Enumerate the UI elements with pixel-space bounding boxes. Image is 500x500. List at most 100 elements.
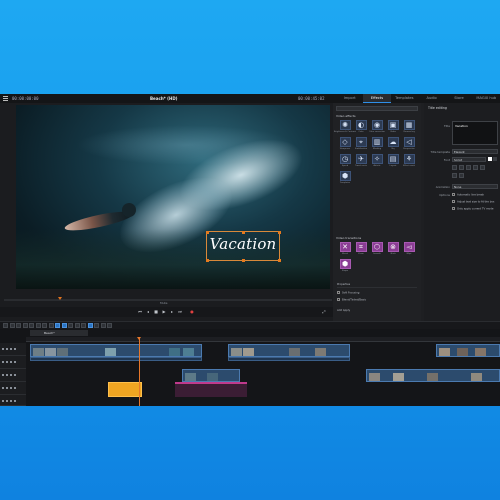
skip-forward-icon[interactable]: ⏭ — [178, 310, 182, 314]
effect-tile[interactable]: ⬢ Templates — [338, 171, 352, 187]
align-center-icon[interactable] — [473, 165, 478, 170]
resize-handle-top[interactable] — [242, 230, 245, 234]
insert-icon[interactable] — [94, 323, 99, 328]
hamburger-menu-icon[interactable] — [3, 96, 8, 101]
section-title-effects[interactable]: Video transitions — [336, 236, 361, 240]
option-line-break[interactable]: Automatic line break — [452, 193, 484, 197]
prev-frame-icon[interactable]: ◂ — [146, 310, 150, 314]
effect-tile[interactable]: ◷ Speed — [338, 154, 352, 170]
effects-search-input[interactable] — [336, 106, 418, 111]
track-header-1[interactable] — [0, 343, 26, 356]
zoom-out-icon[interactable] — [81, 323, 86, 328]
outline-color-swatch[interactable] — [493, 157, 497, 161]
magnet-icon[interactable] — [42, 323, 47, 328]
video-clip[interactable] — [228, 344, 350, 357]
align-left-icon[interactable] — [466, 165, 471, 170]
effect-tile[interactable]: ✺ Brightness & Contrast — [334, 120, 356, 136]
range-icon[interactable] — [55, 323, 60, 328]
list-item[interactable]: Blend/Tinted/Basic — [337, 298, 417, 303]
checkbox[interactable] — [452, 207, 455, 210]
transition-clip[interactable] — [175, 382, 247, 397]
track-header-3[interactable] — [0, 369, 26, 382]
effect-tile[interactable]: ⌖ Stabilization — [354, 137, 368, 153]
scrubber-marker[interactable] — [58, 297, 62, 300]
effect-tile[interactable]: ☁ Sky — [386, 137, 400, 153]
audio-waveform[interactable] — [30, 357, 202, 361]
timeline-tab[interactable]: Beach* — [30, 330, 88, 336]
effect-tile[interactable]: ▥ Masking — [370, 137, 384, 153]
video-clip[interactable] — [30, 344, 202, 357]
group-icon[interactable] — [68, 323, 73, 328]
mouse-mode-icon[interactable] — [48, 323, 54, 328]
effect-tile[interactable]: ◁ Perspective — [402, 137, 416, 153]
bold-icon[interactable] — [452, 165, 457, 170]
effect-tile[interactable]: ✧ Artistic — [370, 154, 384, 170]
link-icon[interactable] — [87, 323, 93, 328]
zoom-in-icon[interactable] — [74, 323, 80, 328]
delete-icon[interactable] — [16, 323, 21, 328]
undo-icon[interactable] — [3, 323, 8, 328]
effect-tile[interactable]: ⚘ Effect mask — [402, 154, 416, 170]
resize-handle-tl[interactable] — [205, 230, 209, 234]
resize-handle-bottom[interactable] — [242, 258, 245, 262]
align-right-icon[interactable] — [480, 165, 485, 170]
font-select[interactable]: Script — [452, 157, 486, 162]
title-clip[interactable] — [108, 382, 142, 397]
resize-handle-bl[interactable] — [205, 258, 209, 262]
timeline-ruler[interactable] — [26, 337, 500, 342]
checkbox[interactable] — [452, 193, 455, 196]
split-icon[interactable] — [29, 323, 34, 328]
checkbox[interactable] — [452, 200, 455, 203]
effect-tile[interactable]: ◉ Color correction — [369, 120, 385, 136]
video-preview[interactable]: Vacation — [16, 105, 330, 289]
effect-tile[interactable]: ⊗ Glitch — [386, 242, 400, 258]
text-color-swatch[interactable] — [488, 157, 492, 161]
effect-tile[interactable]: ◇ Sharpness — [338, 137, 352, 153]
video-clip[interactable] — [436, 344, 500, 357]
play-icon[interactable]: ▶ — [162, 310, 166, 314]
audio-waveform[interactable] — [228, 357, 350, 361]
checkbox[interactable] — [337, 291, 340, 294]
overwrite-icon[interactable] — [100, 323, 106, 328]
tab-effects[interactable]: Effects — [363, 94, 391, 103]
track-header-4[interactable] — [0, 382, 26, 395]
preview-scrubber[interactable] — [4, 299, 332, 301]
tab-magix-hub[interactable]: MAGIX hub — [473, 94, 500, 103]
redo-icon[interactable] — [9, 323, 15, 328]
effect-tile[interactable]: ⬢ Shape — [338, 259, 352, 275]
cut-icon[interactable] — [22, 323, 28, 328]
tab-audio[interactable]: Audio — [418, 94, 445, 103]
option-tv-mode[interactable]: Only apply current TV mode — [452, 207, 493, 211]
track-header-5[interactable] — [0, 395, 26, 406]
stop-icon[interactable]: ■ — [154, 310, 158, 314]
apply-button[interactable]: Add Apply — [337, 309, 417, 314]
ripple-icon[interactable] — [61, 323, 67, 328]
playhead[interactable] — [139, 337, 140, 406]
tab-import[interactable]: Import — [336, 94, 363, 103]
animation-select[interactable]: None — [452, 184, 498, 189]
resize-handle-br[interactable] — [277, 258, 281, 262]
shadow-icon[interactable] — [459, 173, 464, 178]
text-style-icon[interactable] — [452, 173, 457, 178]
skip-back-icon[interactable]: ⏮ — [138, 310, 142, 314]
record-icon[interactable]: ● — [190, 310, 194, 314]
video-clip[interactable] — [182, 369, 240, 382]
effect-tile[interactable]: ◐ Color — [354, 120, 368, 136]
snap-icon[interactable] — [107, 323, 112, 328]
resize-handle-tr[interactable] — [277, 230, 281, 234]
fullscreen-icon[interactable]: ⤢ — [322, 310, 326, 314]
next-frame-icon[interactable]: ▸ — [170, 310, 174, 314]
title-object[interactable]: Vacation — [205, 230, 281, 262]
tab-templates[interactable]: Templates — [391, 94, 418, 103]
effect-tile[interactable]: ▦ Chroma key — [402, 120, 416, 136]
effect-tile[interactable]: ⬡ Smooth — [370, 242, 384, 258]
effect-tile[interactable]: ✈ Travel route — [354, 154, 368, 170]
track-header-2[interactable] — [0, 356, 26, 369]
tab-store[interactable]: Store — [445, 94, 472, 103]
section-video-effects[interactable]: Video effects — [336, 114, 356, 118]
title-textarea[interactable]: Vacation — [452, 121, 498, 145]
template-select[interactable]: Elegant — [452, 149, 498, 154]
effect-tile[interactable]: ▤ Layout — [386, 154, 400, 170]
italic-icon[interactable] — [459, 165, 464, 170]
effect-tile[interactable]: ▣ Video — [386, 120, 400, 136]
